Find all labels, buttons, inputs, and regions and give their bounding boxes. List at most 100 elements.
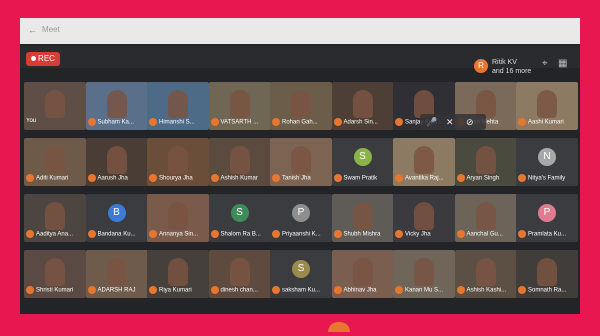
participant-name: Annanya Sin...: [159, 231, 199, 238]
participant-tile[interactable]: Avantika Raj...: [393, 138, 455, 186]
participant-name: Rohan Gah...: [282, 119, 318, 126]
participant-tile[interactable]: P Pramlata Ku...: [516, 194, 578, 242]
participant-video: [229, 146, 250, 174]
participant-name: Bandana Ku...: [97, 231, 136, 238]
participant-tile[interactable]: Annanya Sin...: [147, 194, 209, 242]
participant-video: [537, 90, 557, 118]
browser-tab-bar: ← Meet: [20, 18, 580, 44]
muted-mic-icon: [456, 174, 465, 182]
participant-tile[interactable]: Adarsh Sin...: [331, 82, 394, 130]
participant-tile[interactable]: S Shalom Ra B...: [208, 194, 271, 242]
participant-tile[interactable]: Vicky Jha: [393, 194, 455, 242]
layout-icon[interactable]: ▦: [558, 58, 572, 70]
muted-mic-icon: [272, 174, 280, 182]
participant-name: Nitya's Family: [528, 175, 566, 182]
muted-mic-icon: [149, 230, 157, 238]
participant-tile[interactable]: Aanchal Gu...: [454, 194, 517, 242]
participant-tile[interactable]: Aryan Singh: [454, 138, 517, 186]
participant-tile[interactable]: Shourya Jha: [147, 138, 209, 186]
participant-tile[interactable]: Riya Kumari: [147, 250, 209, 298]
muted-mic-icon: [26, 230, 34, 238]
participant-tile[interactable]: You: [24, 82, 86, 130]
participant-avatar: N: [538, 148, 556, 166]
participant-avatar: P: [292, 204, 310, 222]
participant-video: [537, 258, 557, 286]
participant-video: [45, 90, 65, 118]
participant-tile[interactable]: Shubh Mishra: [331, 194, 394, 242]
participant-video: [168, 146, 188, 174]
participant-name: Shourya Jha: [159, 175, 193, 182]
mute-icon[interactable]: ✕: [446, 117, 454, 128]
participant-video: [352, 258, 373, 286]
presenter-chip[interactable]: R Ritik KV and 16 more: [474, 56, 548, 82]
muted-mic-icon: [395, 230, 403, 238]
participant-tile[interactable]: Aaditya Ana...: [24, 194, 86, 242]
participant-video: [106, 258, 127, 286]
participant-tile[interactable]: Ssaksham Ku...: [270, 250, 332, 298]
record-dot-icon: [31, 56, 37, 62]
muted-mic-icon: [210, 286, 219, 294]
participant-tile[interactable]: Somnath Ra...: [516, 250, 578, 298]
bottom-control-tab[interactable]: [328, 322, 350, 332]
participant-tile[interactable]: VATSARTH ...: [208, 82, 271, 130]
back-icon[interactable]: ←: [28, 25, 37, 35]
participant-tile[interactable]: Aditi Kumari: [24, 138, 86, 186]
participant-tile[interactable]: Subham Ka...: [85, 82, 148, 130]
participant-name: saksham Ku...: [282, 287, 321, 294]
muted-mic-icon: [149, 118, 157, 126]
participant-tile[interactable]: P Priyaanshi K...: [270, 194, 332, 242]
participant-name: You: [26, 118, 37, 124]
participant-tile[interactable]: Ashish Kumar: [208, 138, 271, 186]
participant-video: [291, 90, 311, 118]
participant-name: Avantika Raj...: [405, 175, 444, 182]
muted-mic-icon: [272, 286, 280, 294]
muted-mic-icon: [210, 118, 219, 126]
recording-badge: REC: [26, 52, 60, 66]
participant-tile[interactable]: N Nitya's Family: [516, 138, 578, 186]
muted-mic-icon: [456, 230, 465, 238]
muted-mic-icon: [210, 230, 219, 238]
participant-tile[interactable]: Tanish Jha: [270, 138, 332, 186]
participant-avatar: S: [230, 204, 249, 222]
participant-video: [414, 146, 434, 174]
participant-tile[interactable]: Rohan Gah...: [270, 82, 332, 130]
muted-mic-icon: [87, 230, 96, 238]
pin-tile-icon[interactable]: ⊘: [466, 117, 474, 128]
participant-video: [352, 202, 373, 230]
muted-mic-icon: [518, 286, 526, 294]
presenter-avatar: R: [474, 59, 488, 73]
mic-icon[interactable]: 🎤: [426, 117, 437, 128]
photo-frame: ← Meet REC R Ritik KV and 16 more ▦ ⌖ Yo…: [10, 10, 590, 332]
participant-avatar: S: [353, 148, 372, 166]
participant-video: [45, 258, 65, 286]
participant-video: [168, 90, 188, 118]
participant-tile[interactable]: Kanan Mu S...: [393, 250, 455, 298]
participant-tile[interactable]: S Swam Pratik: [331, 138, 394, 186]
muted-mic-icon: [149, 174, 157, 182]
participant-tile[interactable]: Ashish Kashi...: [454, 250, 517, 298]
participant-video: [45, 202, 65, 230]
tab-title[interactable]: Meet: [42, 25, 60, 34]
participant-avatar: B: [107, 204, 126, 222]
participant-name: Vicky Jha: [405, 231, 431, 238]
participant-tile[interactable]: Aarush Jha: [85, 138, 148, 186]
participant-tile[interactable]: Himanshi S...: [147, 82, 209, 130]
pin-icon[interactable]: ⌖: [542, 58, 556, 70]
muted-mic-icon: [518, 118, 526, 126]
muted-mic-icon: [333, 230, 342, 238]
participant-tile[interactable]: Aashi Kumari: [516, 82, 578, 130]
participant-tile[interactable]: B Bandana Ku...: [85, 194, 148, 242]
participant-video: [106, 90, 127, 118]
participant-name: Aarush Jha: [97, 175, 128, 182]
muted-mic-icon: [333, 286, 342, 294]
participant-tile[interactable]: Shristi Kumari: [24, 250, 86, 298]
muted-mic-icon: [518, 174, 526, 182]
muted-mic-icon: [395, 174, 403, 182]
participant-name: Aditi Kumari: [36, 175, 69, 182]
participant-tile[interactable]: Abhinav Jha: [331, 250, 394, 298]
participant-tile[interactable]: ADARSH RAJ: [85, 250, 148, 298]
participant-name: Aryan Singh: [466, 175, 500, 182]
participant-tile[interactable]: dinesh chan...: [208, 250, 271, 298]
participant-video: [229, 258, 250, 286]
muted-mic-icon: [87, 286, 96, 294]
